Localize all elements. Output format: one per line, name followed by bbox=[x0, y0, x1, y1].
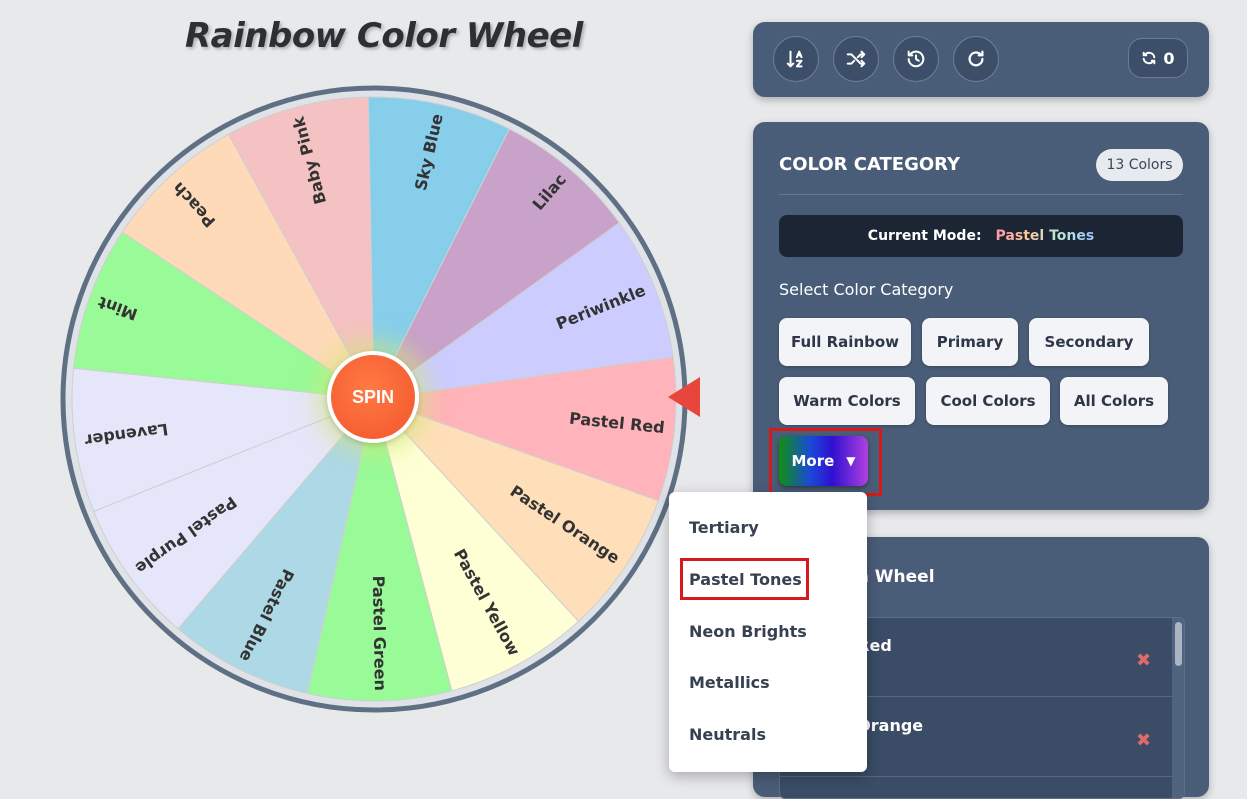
category-full-rainbow-button[interactable]: Full Rainbow bbox=[779, 318, 911, 366]
category-warm-colors-button[interactable]: Warm Colors bbox=[779, 377, 915, 425]
wheel-pointer bbox=[668, 377, 700, 417]
shuffle-button[interactable] bbox=[833, 36, 879, 82]
scrollbar-thumb[interactable] bbox=[1175, 622, 1182, 666]
history-icon bbox=[907, 50, 925, 68]
current-mode-label: Current Mode: bbox=[867, 228, 982, 244]
category-primary-button[interactable]: Primary bbox=[922, 318, 1018, 366]
sync-icon bbox=[1143, 51, 1156, 65]
spin-counter[interactable]: 0 bbox=[1128, 38, 1188, 78]
dropdown-item-neon-brights[interactable]: Neon Brights bbox=[689, 622, 807, 641]
current-mode-box: Current Mode: Pastel Tones bbox=[779, 215, 1183, 257]
dropdown-item-metallics[interactable]: Metallics bbox=[689, 673, 770, 692]
more-categories-dropdown: Tertiary Pastel Tones Neon Brights Metal… bbox=[669, 492, 867, 772]
sort-icon bbox=[786, 50, 803, 68]
select-category-label: Select Color Category bbox=[779, 280, 954, 299]
reset-button[interactable] bbox=[953, 36, 999, 82]
reset-icon bbox=[968, 50, 984, 67]
list-scrollbar[interactable] bbox=[1172, 618, 1184, 798]
current-mode-value: Pastel Tones bbox=[995, 228, 1095, 244]
wheel-segment-label: Pastel Green bbox=[369, 575, 390, 691]
pastel-tones-highlight-box bbox=[680, 558, 809, 600]
remove-color-button[interactable]: ✖ bbox=[1136, 730, 1151, 751]
category-secondary-button[interactable]: Secondary bbox=[1029, 318, 1149, 366]
shuffle-icon bbox=[846, 50, 866, 68]
divider bbox=[779, 194, 1183, 195]
page-title: Rainbow Color Wheel bbox=[185, 16, 583, 56]
more-highlight-box bbox=[769, 428, 882, 496]
sort-button[interactable] bbox=[773, 36, 819, 82]
category-all-colors-button[interactable]: All Colors bbox=[1060, 377, 1168, 425]
spin-count: 0 bbox=[1163, 48, 1175, 68]
color-count-badge: 13 Colors bbox=[1096, 149, 1183, 181]
category-cool-colors-button[interactable]: Cool Colors bbox=[926, 377, 1050, 425]
history-button[interactable] bbox=[893, 36, 939, 82]
spin-button[interactable]: SPIN bbox=[327, 351, 419, 443]
category-title: COLOR CATEGORY bbox=[779, 154, 961, 175]
remove-color-button[interactable]: ✖ bbox=[1136, 650, 1151, 671]
dropdown-item-neutrals[interactable]: Neutrals bbox=[689, 725, 766, 744]
dropdown-item-tertiary[interactable]: Tertiary bbox=[689, 518, 759, 537]
toolbar-panel: 0 bbox=[753, 22, 1209, 97]
